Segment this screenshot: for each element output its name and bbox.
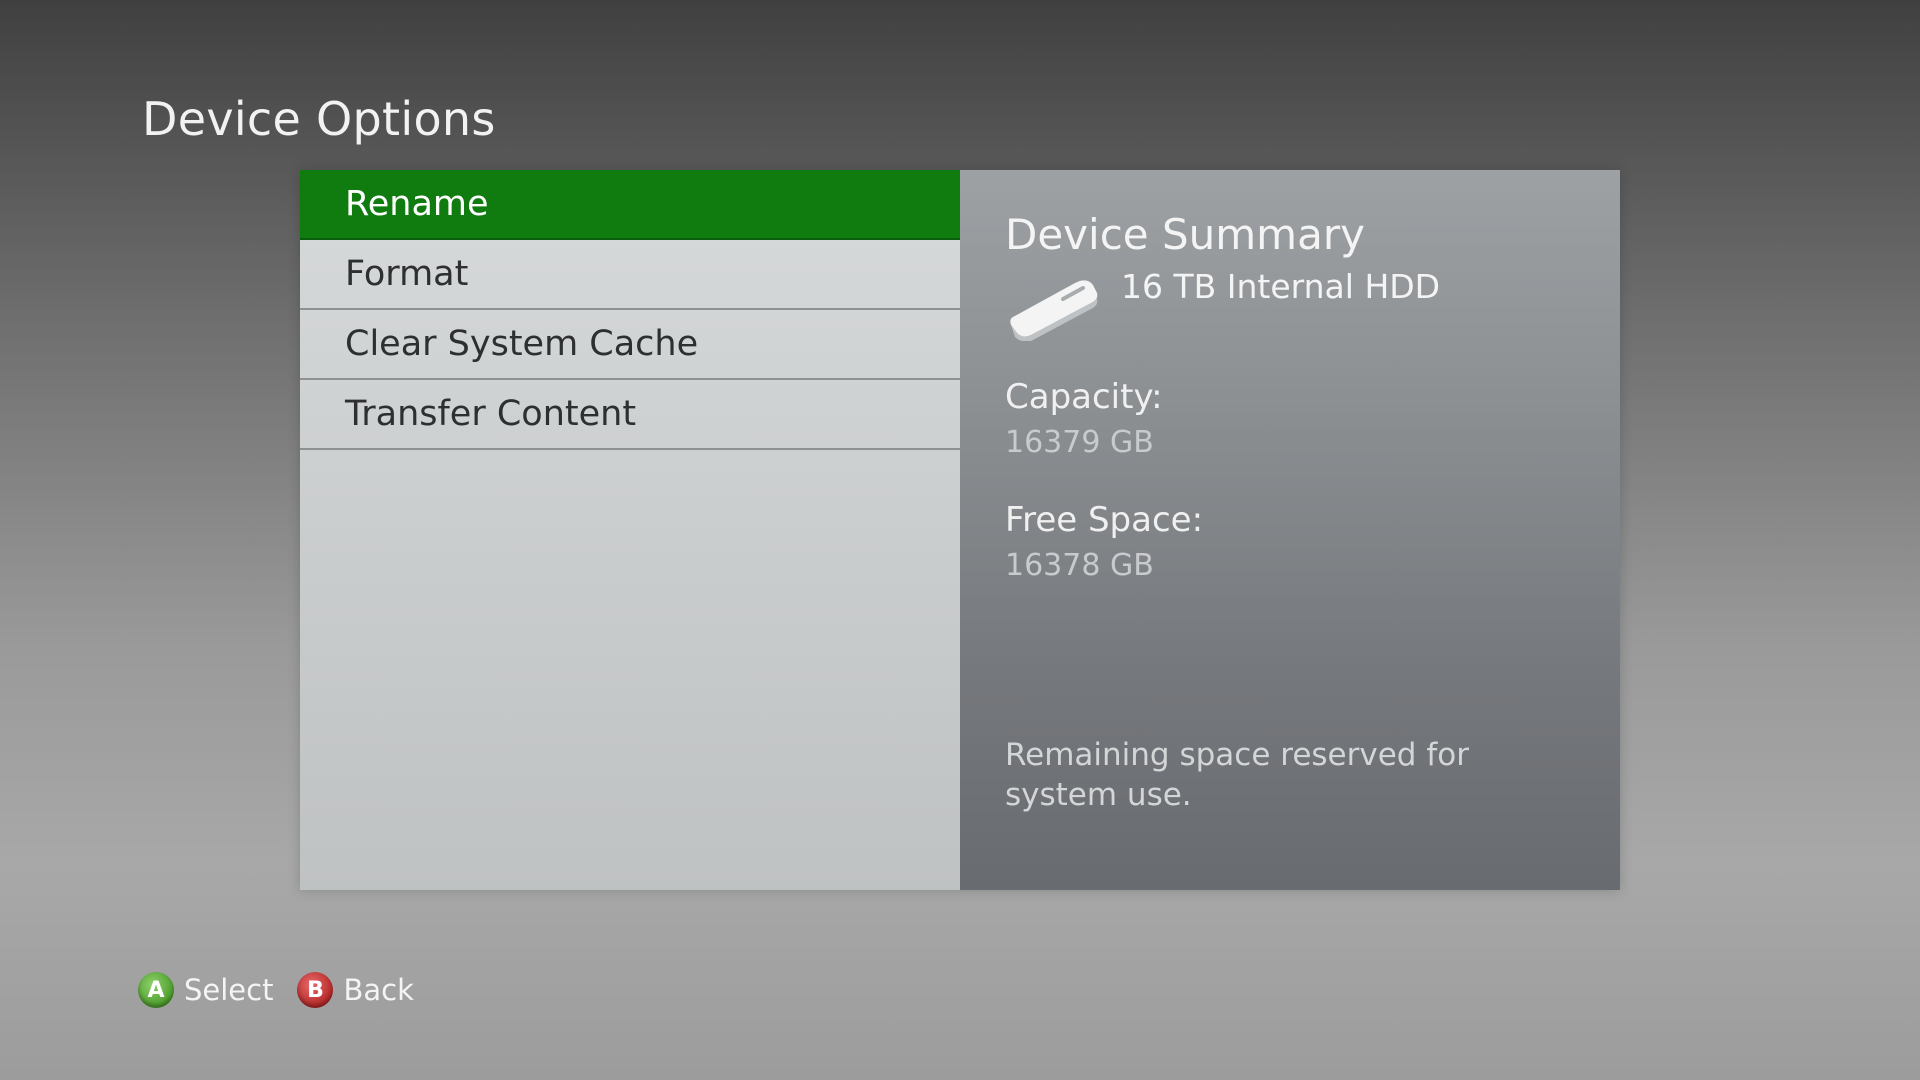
- options-menu: Rename Format Clear System Cache Transfe…: [300, 170, 960, 890]
- a-button-icon: A: [138, 972, 174, 1008]
- back-hint-label: Back: [343, 973, 414, 1007]
- device-summary: Device Summary 16 TB Internal HDD Capaci…: [960, 170, 1620, 890]
- menu-item-rename[interactable]: Rename: [300, 170, 960, 240]
- summary-title: Device Summary: [1005, 210, 1365, 259]
- menu-item-transfer-content[interactable]: Transfer Content: [300, 380, 960, 450]
- controller-hints: A Select B Back: [138, 972, 438, 1008]
- b-button-icon: B: [297, 972, 334, 1008]
- capacity-label: Capacity:: [1005, 377, 1163, 417]
- device-name: 16 TB Internal HDD: [1121, 267, 1441, 306]
- free-space-value: 16378 GB: [1005, 548, 1154, 583]
- select-hint-label: Select: [184, 973, 274, 1007]
- menu-item-label: Format: [345, 254, 469, 294]
- menu-item-clear-system-cache[interactable]: Clear System Cache: [300, 310, 960, 380]
- page-title: Device Options: [142, 92, 496, 146]
- menu-item-label: Transfer Content: [345, 394, 637, 434]
- menu-item-label: Rename: [345, 184, 489, 224]
- capacity-value: 16379 GB: [1005, 425, 1154, 460]
- menu-item-format[interactable]: Format: [300, 240, 960, 310]
- select-hint[interactable]: A Select: [138, 972, 273, 1008]
- hdd-icon: [1010, 280, 1098, 341]
- device-row: 16 TB Internal HDD: [1005, 267, 1575, 341]
- back-hint[interactable]: B Back: [297, 972, 414, 1008]
- menu-item-label: Clear System Cache: [345, 324, 699, 364]
- reserved-space-note: Remaining space reserved for system use.: [1005, 737, 1469, 813]
- device-options-panel: Rename Format Clear System Cache Transfe…: [300, 170, 1620, 890]
- free-space-label: Free Space:: [1005, 500, 1204, 540]
